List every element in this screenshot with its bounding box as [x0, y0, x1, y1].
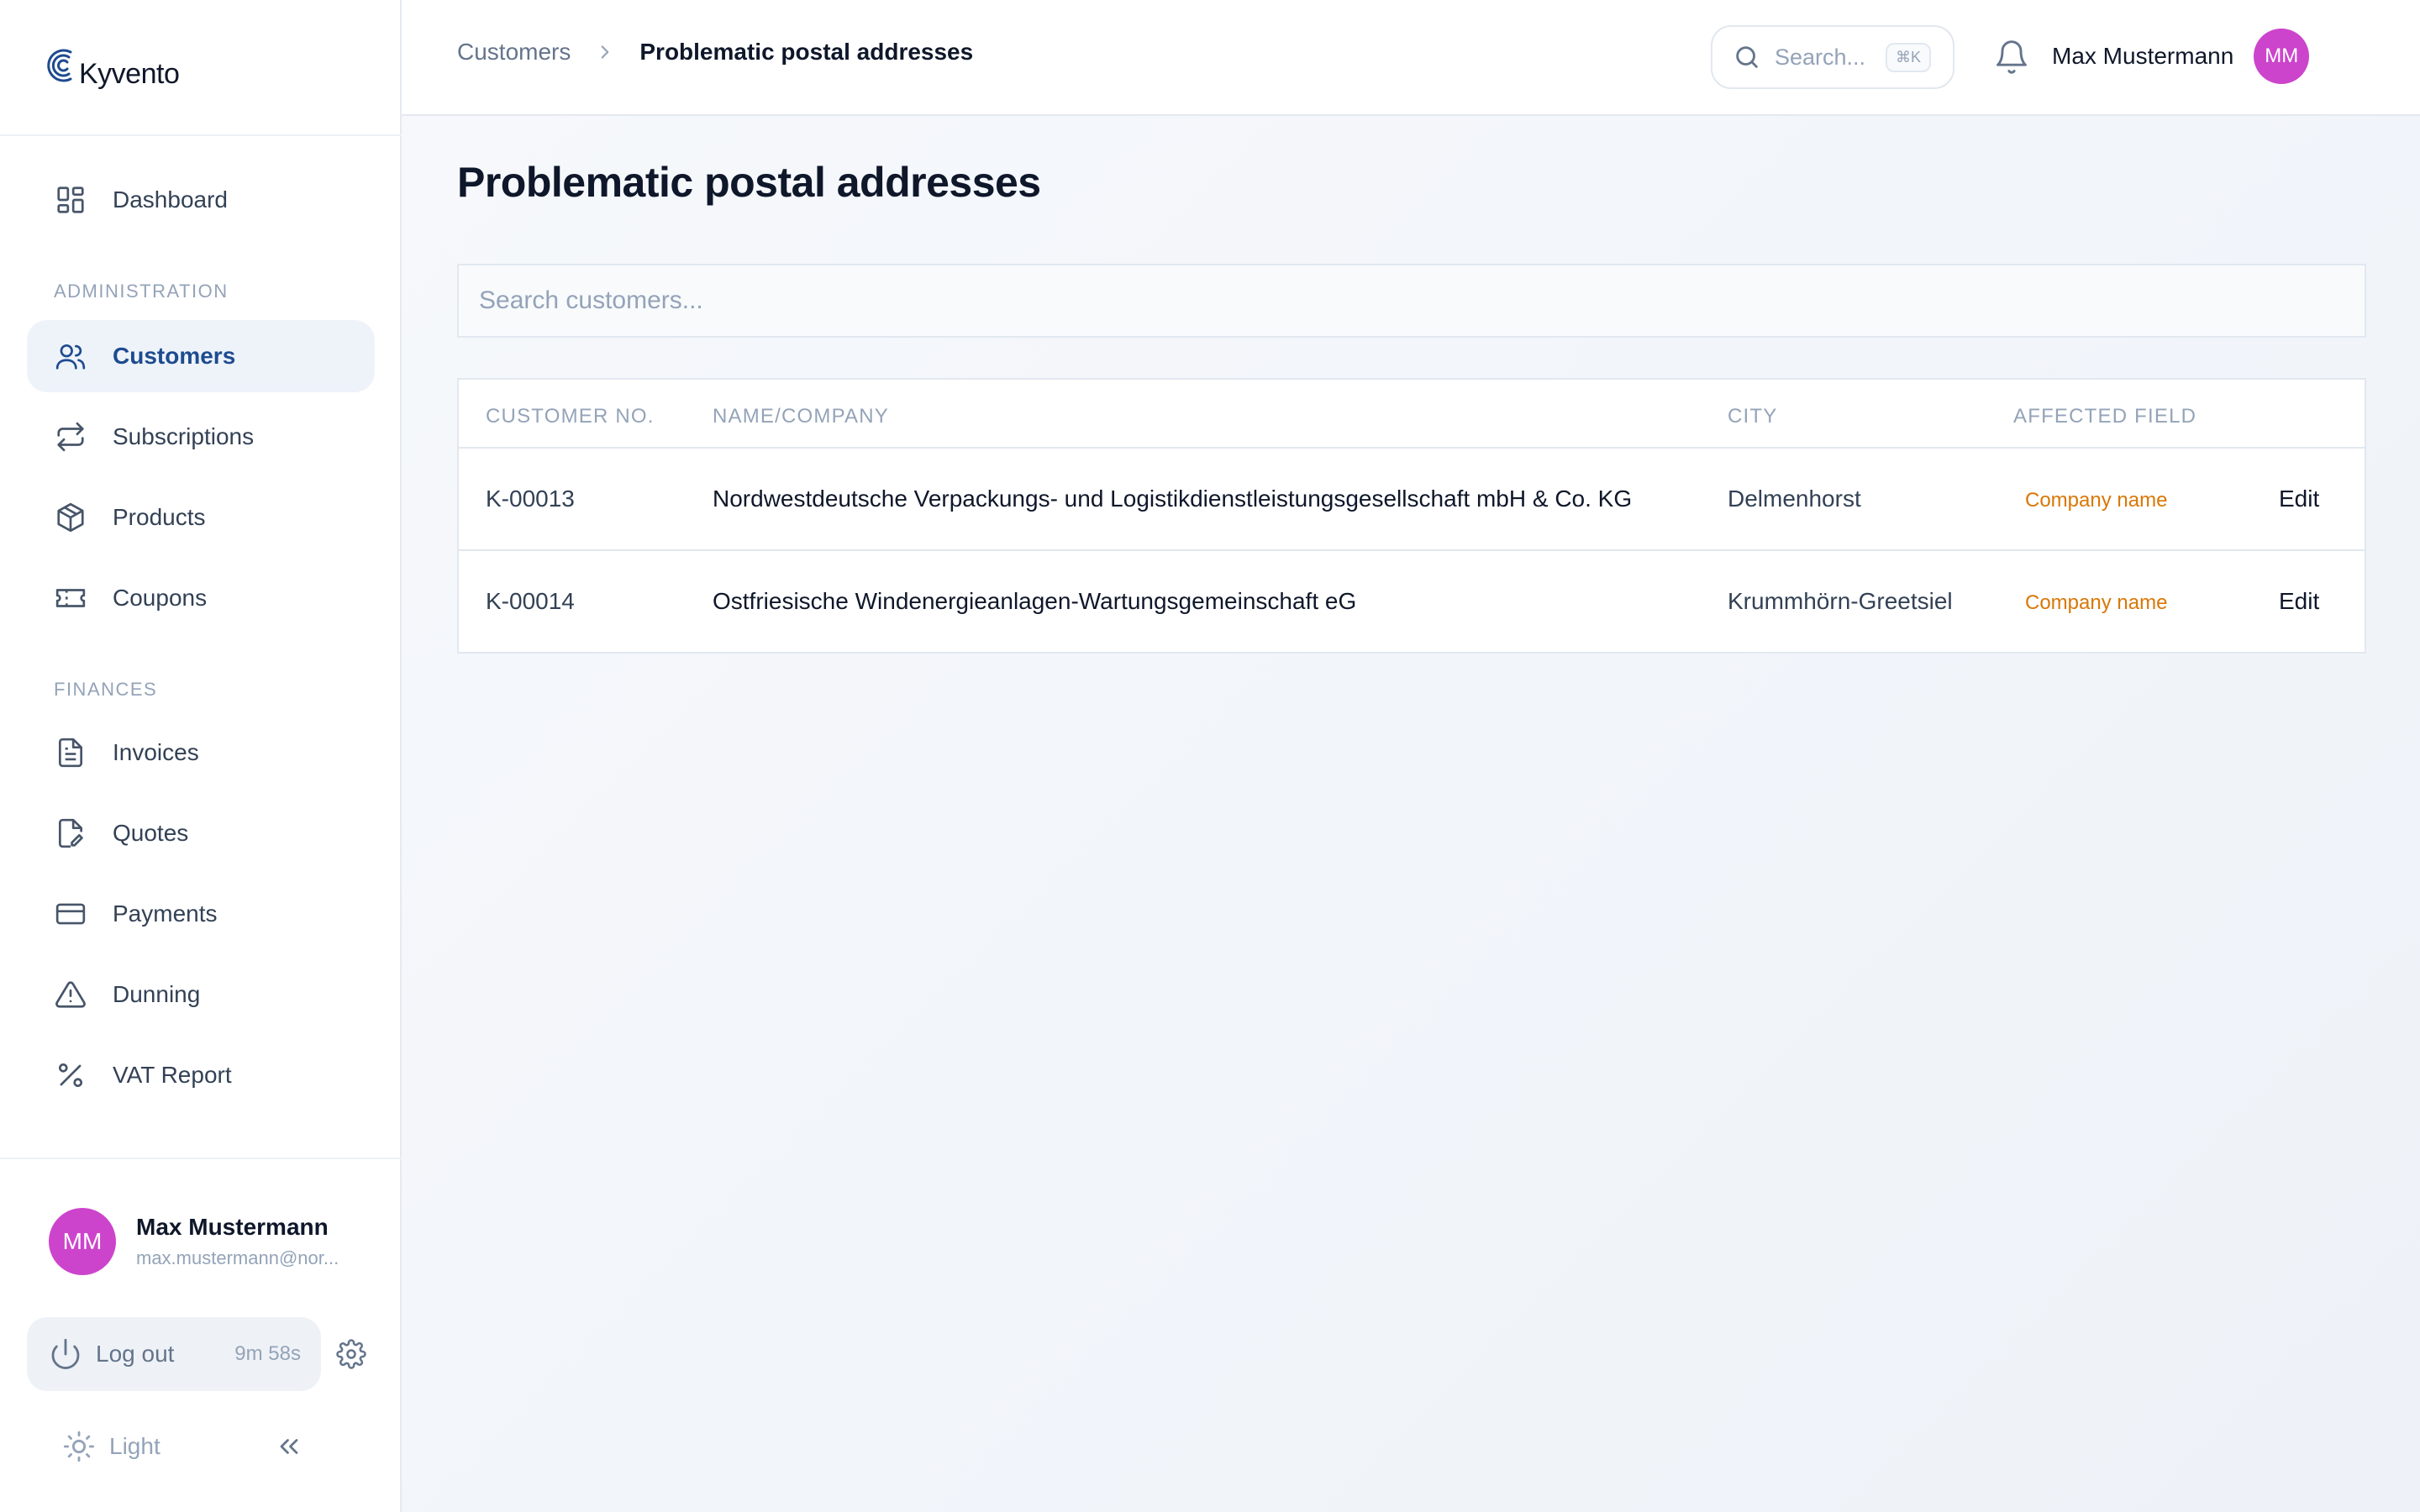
addresses-table: CUSTOMER NO. NAME/COMPANY CITY AFFECTED … — [457, 378, 2366, 654]
sidebar-item-label: Coupons — [113, 585, 208, 611]
affected-field-badge: Company name — [2025, 591, 2168, 614]
logout-button[interactable]: Log out 9m 58s — [27, 1317, 321, 1391]
sidebar-item-customers[interactable]: Customers — [27, 320, 375, 392]
sidebar-item-label: VAT Report — [113, 1062, 232, 1088]
search-icon — [1736, 46, 1758, 68]
sidebar-item-label: Payments — [113, 900, 218, 927]
cell-city: Krummhörn-Greetsiel — [1728, 588, 1953, 614]
sidebar-item-label: Dunning — [113, 981, 201, 1007]
brand-name: Kyvento — [79, 57, 180, 90]
credit-card-icon — [54, 897, 87, 931]
bell-icon[interactable] — [1993, 39, 2030, 76]
box-icon — [54, 501, 87, 534]
divider — [0, 1158, 402, 1159]
search-placeholder: Search... — [1775, 44, 1866, 70]
sidebar-item-dashboard[interactable]: Dashboard — [27, 164, 375, 236]
sidebar-item-label: Quotes — [113, 820, 189, 846]
chevrons-left-icon[interactable] — [274, 1431, 304, 1462]
table-header: CUSTOMER NO. NAME/COMPANY CITY AFFECTED … — [459, 380, 2365, 449]
table-row[interactable]: K-00014 Ostfriesische Windenergieanlagen… — [459, 551, 2365, 654]
breadcrumb-customers[interactable]: Customers — [457, 39, 571, 66]
divider — [0, 134, 402, 136]
percent-icon — [54, 1058, 87, 1092]
breadcrumb-current: Problematic postal addresses — [639, 39, 974, 65]
sidebar-item-label: Customers — [113, 343, 236, 369]
sidebar-item-invoices[interactable]: Invoices — [27, 717, 375, 789]
sidebar-item-coupons[interactable]: Coupons — [27, 562, 375, 634]
users-icon — [54, 339, 87, 373]
page-title: Problematic postal addresses — [457, 159, 1041, 206]
user-name: Max Mustermann — [2052, 43, 2234, 69]
section-label-finances: FINANCES — [54, 679, 158, 700]
avatar: MM — [49, 1208, 116, 1275]
file-edit-icon — [54, 816, 87, 850]
cell-city: Delmenhorst — [1728, 486, 1861, 512]
cell-name: Nordwestdeutsche Verpackungs- und Logist… — [713, 486, 1633, 512]
user-name: Max Mustermann — [136, 1214, 329, 1240]
alert-triangle-icon — [54, 978, 87, 1011]
sidebar-item-subscriptions[interactable]: Subscriptions — [27, 401, 375, 473]
theme-toggle[interactable]: Light — [62, 1430, 160, 1463]
customer-search-input[interactable] — [457, 264, 2366, 338]
gear-icon[interactable] — [336, 1339, 366, 1369]
edit-button[interactable]: Edit — [2279, 588, 2319, 615]
section-label-administration: ADMINISTRATION — [54, 281, 229, 302]
affected-field-badge: Company name — [2025, 489, 2168, 512]
column-header-name[interactable]: NAME/COMPANY — [713, 405, 889, 428]
sidebar-user-profile[interactable]: MM Max Mustermann max.mustermann@nor... — [49, 1208, 339, 1275]
cell-name: Ostfriesische Windenergieanlagen-Wartung… — [713, 588, 1357, 614]
topbar-user-menu[interactable]: Max Mustermann MM — [2052, 29, 2310, 84]
chevron-right-icon — [602, 45, 609, 59]
column-header-affected-field[interactable]: AFFECTED FIELD — [2013, 405, 2196, 428]
cell-customer-no: K-00014 — [486, 588, 575, 614]
edit-button[interactable]: Edit — [2279, 486, 2319, 512]
ticket-icon — [54, 581, 87, 615]
logout-label: Log out — [96, 1341, 175, 1367]
sidebar-item-label: Products — [113, 504, 206, 530]
search-shortcut: ⌘K — [1885, 42, 1931, 72]
sidebar-item-label: Subscriptions — [113, 423, 255, 449]
power-icon — [51, 1338, 80, 1369]
brand-logo[interactable]: Kyvento — [45, 42, 180, 96]
file-text-icon — [54, 736, 87, 769]
sun-icon — [63, 1431, 95, 1462]
sidebar-item-payments[interactable]: Payments — [27, 878, 375, 950]
avatar: MM — [2254, 29, 2310, 84]
sidebar-item-label: Dashboard — [113, 186, 228, 213]
sidebar-item-quotes[interactable]: Quotes — [27, 797, 375, 869]
sidebar-item-label: Invoices — [113, 739, 199, 765]
column-header-city[interactable]: CITY — [1728, 405, 1777, 428]
theme-label: Light — [109, 1433, 160, 1459]
repeat-icon — [54, 420, 87, 454]
sidebar-item-vat-report[interactable]: VAT Report — [27, 1039, 375, 1111]
table-row[interactable]: K-00013 Nordwestdeutsche Verpackungs- un… — [459, 449, 2365, 551]
session-timer: 9m 58s — [234, 1342, 301, 1365]
global-search[interactable]: Search... ⌘K — [1711, 25, 1954, 89]
sidebar-item-dunning[interactable]: Dunning — [27, 958, 375, 1031]
dashboard-icon — [54, 183, 87, 217]
sidebar-item-products[interactable]: Products — [27, 481, 375, 554]
user-email: max.mustermann@nor... — [136, 1247, 339, 1268]
column-header-customer-no[interactable]: CUSTOMER NO. — [486, 405, 655, 428]
cell-customer-no: K-00013 — [486, 486, 575, 512]
topbar: Customers Problematic postal addresses S… — [402, 0, 2420, 116]
breadcrumb: Customers Problematic postal addresses — [457, 39, 973, 66]
sidebar: Kyvento Dashboard ADMINISTRATION Custome… — [0, 0, 402, 1512]
